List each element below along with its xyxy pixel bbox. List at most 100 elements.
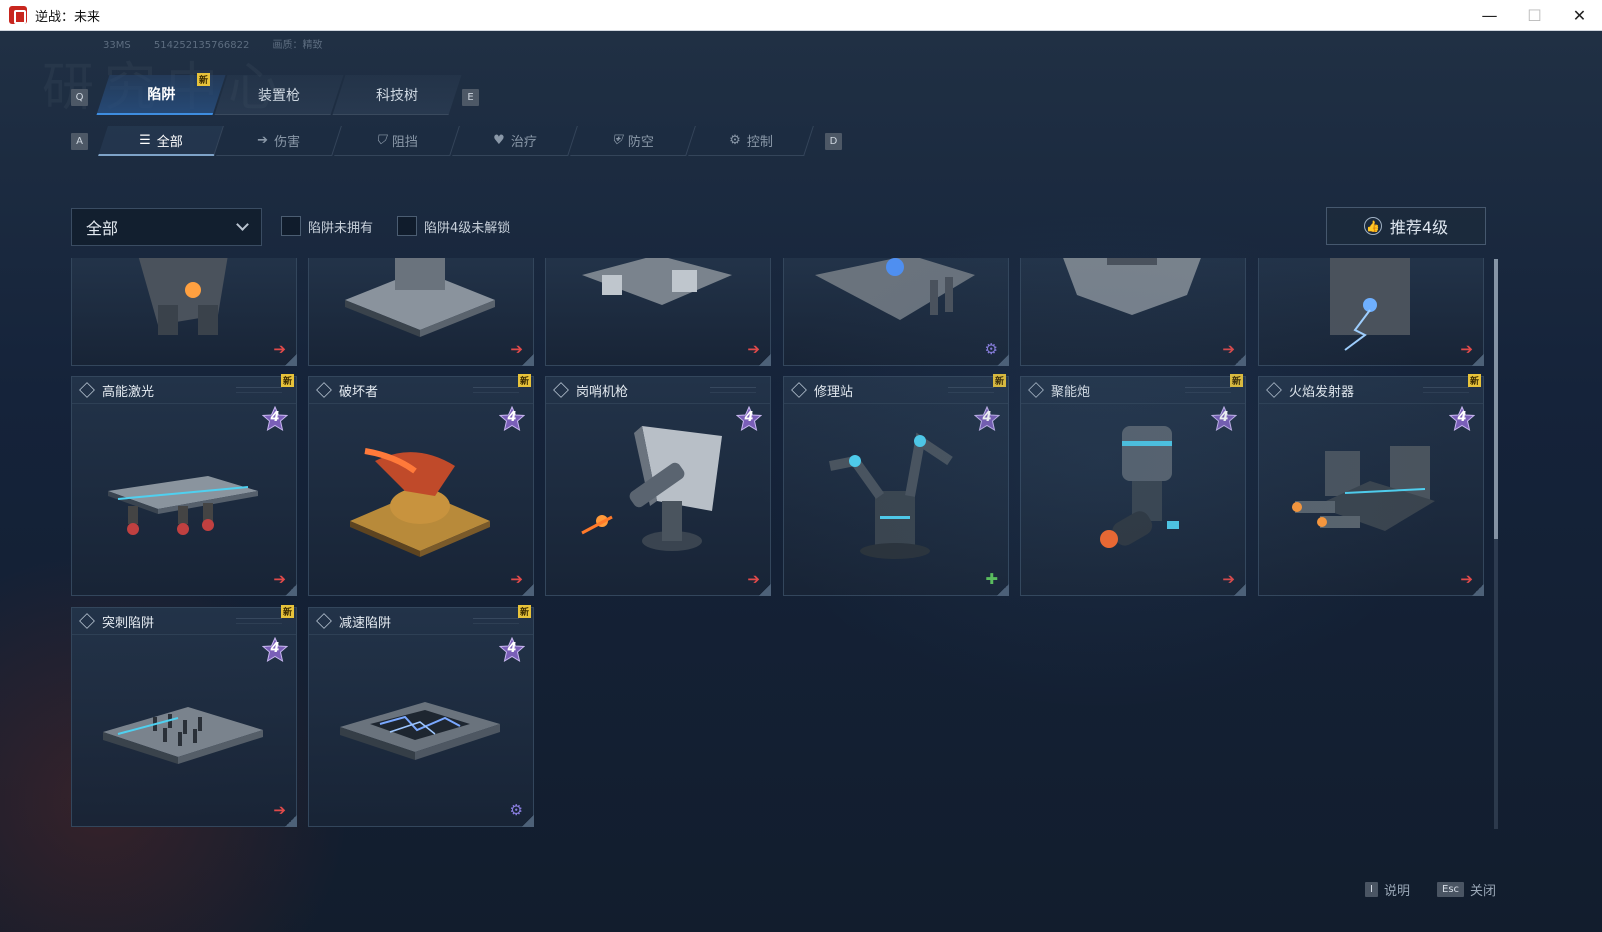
damage-arrow-icon: ➔	[1460, 340, 1473, 358]
subtab-control[interactable]: ⚙ 控制	[688, 126, 814, 156]
trap-image	[1285, 421, 1455, 561]
tab-tech-tree[interactable]: 科技树	[332, 75, 462, 115]
header-decoration	[948, 387, 994, 393]
new-badge: 新	[1230, 374, 1243, 387]
trap-image	[810, 258, 980, 395]
close-hint[interactable]: Esc 关闭	[1437, 880, 1496, 899]
damage-arrow-icon: ➔	[747, 340, 760, 358]
card-header: 聚能炮	[1021, 377, 1245, 404]
control-gear-icon: ⚙	[509, 801, 523, 819]
control-gear-icon: ⚙	[984, 340, 998, 358]
trap-card[interactable]: 修理站 新 4 ✚	[783, 374, 1009, 596]
card-header: 减速陷阱	[309, 608, 533, 635]
recommend-label: 推荐4级	[1389, 218, 1449, 237]
new-badge: 新	[281, 374, 294, 387]
trap-image	[335, 652, 505, 792]
cube-icon	[316, 613, 332, 629]
card-header: 修理站	[784, 377, 1008, 404]
header-decoration	[236, 618, 282, 624]
trap-image	[335, 258, 505, 395]
type-filter-tabs: ☰ 全部 ➔ 伤害 ⛉ 阻挡 ♥ 治疗 ⛨ 防空 ⚙ 控制	[98, 126, 814, 156]
quality-text: 画质：精致	[272, 40, 323, 51]
heal-plus-icon: ✚	[985, 570, 998, 588]
window-controls: — ☐ ✕	[1467, 0, 1602, 31]
trap-name: 破坏者	[339, 384, 379, 400]
trap-card[interactable]: 岗哨机枪 4 ➔	[545, 376, 771, 596]
checkbox-not-owned[interactable]	[281, 216, 301, 236]
trap-name: 聚能炮	[1051, 384, 1091, 400]
tab-device-guns[interactable]: 装置枪	[214, 75, 344, 115]
trap-name: 减速陷阱	[339, 615, 392, 631]
damage-arrow-icon: ➔	[273, 340, 286, 358]
trap-card[interactable]: 聚能炮 新 4 ➔	[1020, 374, 1246, 596]
trap-image	[1047, 258, 1217, 395]
trap-name: 岗哨机枪	[576, 384, 629, 400]
shield-icon: ⛉	[375, 133, 386, 148]
card-header: 岗哨机枪	[546, 377, 770, 404]
trap-image	[810, 421, 980, 561]
header-decoration	[710, 387, 756, 393]
subtab-all[interactable]: ☰ 全部	[98, 126, 224, 156]
header-decoration	[236, 387, 282, 393]
cube-icon	[1028, 382, 1044, 398]
gear-icon: ⚙	[728, 133, 741, 148]
checkbox-not-owned-label: 陷阱未拥有	[308, 220, 374, 236]
category-tabs: 陷阱 装置枪 科技树	[96, 75, 462, 115]
game-viewport: 研究中心 33MS 514252135766822 画质：精致 Q 陷阱 装置枪…	[0, 31, 1602, 932]
trap-card[interactable]: ➔	[1258, 258, 1484, 366]
category-dropdown[interactable]: 全部	[71, 208, 262, 246]
trap-card[interactable]: 突刺陷阱新 4 ➔	[71, 605, 297, 827]
key-hint-a: A	[71, 133, 88, 150]
level-number: 4	[982, 410, 992, 425]
header-decoration	[473, 387, 519, 393]
trap-card[interactable]: 火焰发射器新 4 ➔	[1258, 374, 1484, 596]
checkbox-lv4-locked[interactable]	[397, 216, 417, 236]
trap-card[interactable]: ➔	[545, 258, 771, 366]
damage-arrow-icon: ➔	[747, 570, 760, 588]
close-window-button[interactable]: ✕	[1557, 0, 1602, 31]
damage-arrow-icon: ➔	[1222, 570, 1235, 588]
card-header: 火焰发射器	[1259, 377, 1483, 404]
damage-arrow-icon: ➔	[1222, 340, 1235, 358]
trap-card[interactable]: ➔	[71, 258, 297, 366]
subtab-block[interactable]: ⛉ 阻挡	[334, 126, 460, 156]
trap-card[interactable]: 破坏者新 4 ➔	[308, 374, 534, 596]
cube-icon	[791, 382, 807, 398]
subtab-damage[interactable]: ➔ 伤害	[216, 126, 342, 156]
trap-card[interactable]: ➔	[308, 258, 534, 366]
level-star-icon: 4	[1210, 405, 1238, 432]
header-decoration	[1423, 387, 1469, 393]
minimize-button[interactable]: —	[1467, 0, 1512, 31]
new-badge: 新	[518, 374, 531, 387]
chevron-down-icon	[236, 218, 249, 231]
trap-card[interactable]: 高能激光新 4 ➔	[71, 374, 297, 596]
key-hint-q: Q	[71, 89, 88, 106]
card-header: 高能激光	[72, 377, 296, 404]
damage-arrow-icon: ➔	[510, 570, 523, 588]
help-key: I	[1365, 882, 1378, 897]
uid-text: 514252135766822	[153, 40, 250, 51]
checkbox-lv4-locked-label: 陷阱4级未解锁	[424, 220, 511, 236]
new-badge: 新	[993, 374, 1006, 387]
scrollbar-thumb[interactable]	[1494, 259, 1498, 539]
trap-card[interactable]: 减速陷阱新 4 ⚙	[308, 605, 534, 827]
help-hint[interactable]: I 说明	[1365, 880, 1410, 899]
filter-lv4-locked[interactable]: 陷阱4级未解锁	[397, 216, 510, 236]
scrollbar[interactable]	[1494, 259, 1498, 829]
maximize-button[interactable]: ☐	[1512, 0, 1557, 31]
heart-plus-icon: ♥	[492, 133, 505, 148]
filter-not-owned[interactable]: 陷阱未拥有	[281, 216, 373, 236]
new-badge: 新	[1468, 374, 1481, 387]
trap-card[interactable]: ➔	[1020, 258, 1246, 366]
trap-name: 火焰发射器	[1289, 384, 1355, 400]
trap-image	[98, 258, 268, 395]
trap-card[interactable]: ⚙	[783, 258, 1009, 366]
level-star-icon: 4	[973, 405, 1001, 432]
new-badge: 新	[281, 605, 294, 618]
recommend-level4-button[interactable]: 👍 推荐4级	[1326, 207, 1486, 245]
damage-arrow-icon: ➔	[273, 570, 286, 588]
status-meta: 33MS 514252135766822 画质：精致	[103, 36, 343, 51]
cube-icon	[553, 382, 569, 398]
subtab-anti-air[interactable]: ⛨ 防空	[570, 126, 696, 156]
subtab-heal[interactable]: ♥ 治疗	[452, 126, 578, 156]
